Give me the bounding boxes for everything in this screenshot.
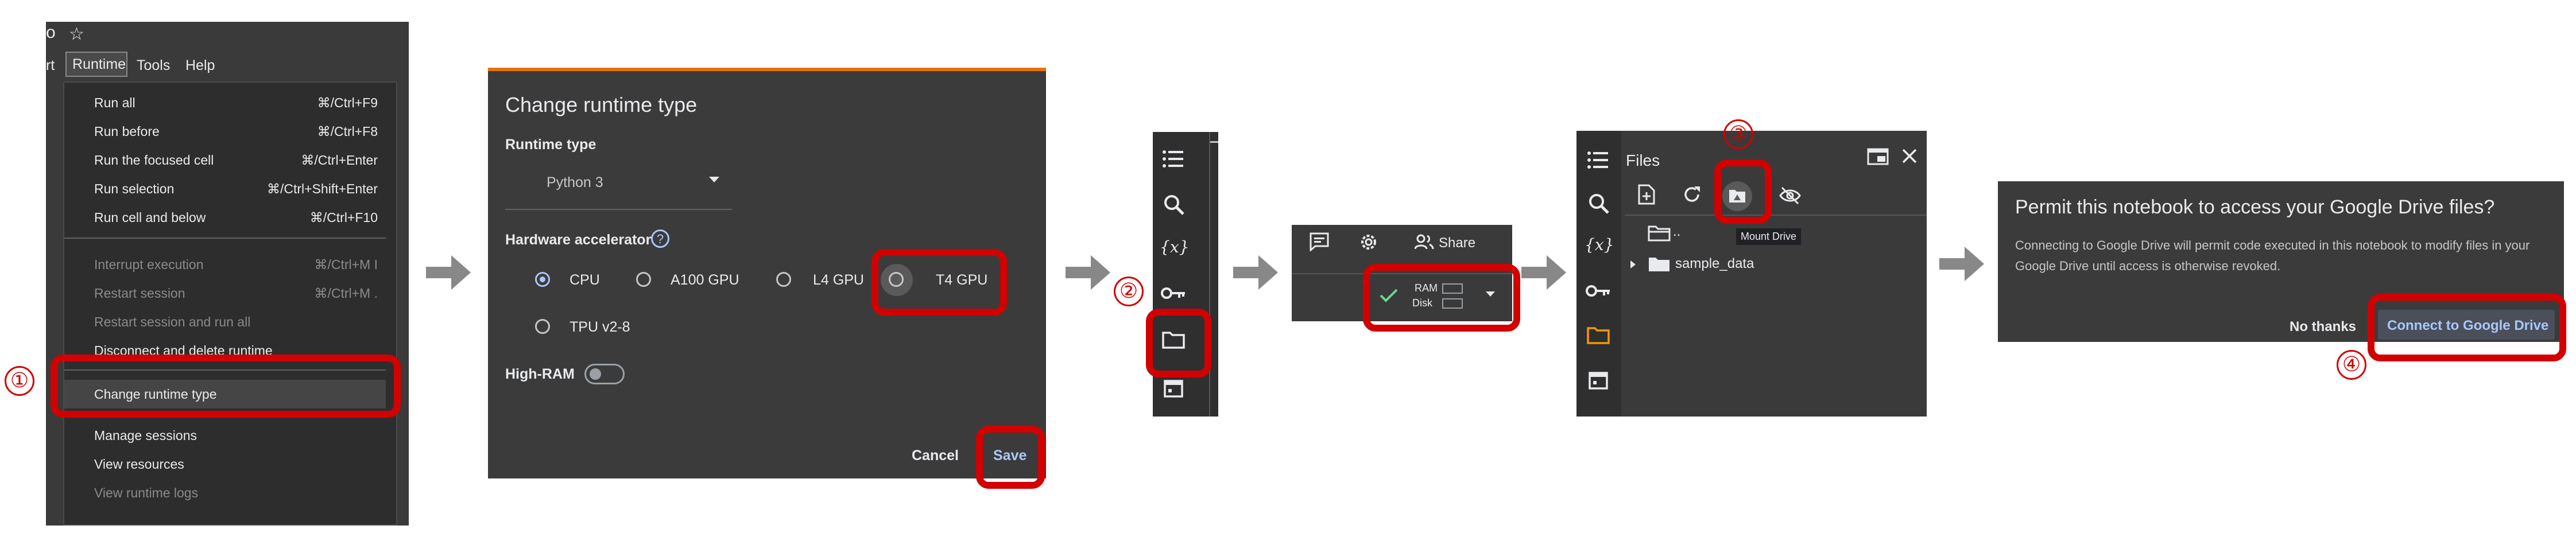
plus-fragment — [1210, 141, 1218, 143]
flow-arrow-icon — [1066, 255, 1110, 290]
menu-help[interactable]: Help — [185, 57, 215, 74]
high-ram-toggle[interactable] — [584, 364, 625, 384]
calendar-icon[interactable] — [1163, 377, 1184, 398]
table-of-contents-icon[interactable] — [1162, 149, 1185, 169]
menu-insert-fragment[interactable]: rt — [46, 57, 55, 74]
runtime-dropdown: Run all ⌘/Ctrl+F9 Run before ⌘/Ctrl+F8 Run… — [63, 81, 397, 526]
step-1-marker: ① — [5, 366, 34, 396]
menu-item-restart-session: Restart session ⌘/Ctrl+M . — [94, 286, 378, 301]
caret-down-icon — [709, 177, 719, 182]
menu-item-run-cell-and-below[interactable]: Run cell and below ⌘/Ctrl+F10 — [64, 203, 386, 232]
step-4-marker: ④ — [2337, 350, 2366, 380]
star-icon[interactable]: ☆ — [69, 24, 84, 44]
flow-arrow-icon — [1939, 247, 1984, 281]
logo-fragment: o — [46, 23, 56, 42]
folder-icon[interactable] — [1587, 326, 1610, 344]
share-button[interactable]: Share — [1439, 235, 1475, 251]
highlight-t4-gpu — [871, 249, 1007, 316]
search-icon[interactable] — [1163, 194, 1185, 216]
files-toolbar-divider — [1625, 215, 1927, 216]
folder-open-icon[interactable] — [1648, 225, 1671, 242]
radio-tpu[interactable] — [535, 319, 550, 334]
permission-title: Permit this notebook to access your Goog… — [2015, 196, 2495, 218]
highlight-mount-drive — [1714, 159, 1772, 224]
refresh-icon[interactable] — [1682, 185, 1702, 204]
menu-tools[interactable]: Tools — [137, 57, 170, 74]
folder-icon — [1649, 258, 1669, 271]
flow-arrow-icon — [1233, 255, 1278, 290]
highlight-change-runtime-type — [51, 355, 401, 418]
flow-arrow-icon — [1521, 255, 1566, 290]
files-title: Files — [1626, 151, 1660, 169]
close-icon[interactable] — [1901, 148, 1918, 164]
help-icon[interactable]: ? — [651, 229, 669, 248]
hardware-accelerator-label: Hardware accelerator — [505, 232, 652, 248]
menu-item-run-selection[interactable]: Run selection ⌘/Ctrl+Shift+Enter — [64, 174, 386, 203]
share-people-icon[interactable] — [1415, 234, 1434, 250]
flow-arrow-icon — [426, 255, 471, 290]
highlight-connect-drive — [2368, 294, 2566, 361]
radio-cpu[interactable] — [535, 272, 550, 287]
highlight-files-folder — [1146, 309, 1211, 377]
runtime-type-label: Runtime type — [505, 137, 596, 153]
key-icon[interactable] — [1161, 286, 1186, 301]
menu-item-run-all[interactable]: Run all ⌘/Ctrl+F9 — [64, 88, 386, 117]
runtime-type-select[interactable]: Python 3 — [505, 164, 732, 210]
menu-item-view-resources[interactable]: View resources — [64, 450, 386, 478]
calendar-icon[interactable] — [1588, 369, 1609, 390]
open-in-window-icon[interactable] — [1867, 148, 1889, 165]
dialog-title: Change runtime type — [505, 93, 698, 116]
radio-a100-label: A100 GPU — [671, 272, 739, 288]
highlight-ram-disk — [1363, 264, 1520, 332]
radio-l4[interactable] — [776, 272, 791, 287]
comment-icon[interactable] — [1309, 232, 1330, 251]
step-2-marker: ② — [1114, 277, 1144, 306]
mount-drive-tooltip: Mount Drive — [1736, 228, 1802, 245]
search-icon[interactable] — [1588, 193, 1610, 215]
parent-dir-item[interactable]: .. — [1673, 224, 1680, 240]
menu-divider — [64, 238, 386, 239]
runtime-type-value: Python 3 — [547, 174, 603, 190]
permission-body: Connecting to Google Drive will permit c… — [2015, 238, 2530, 273]
radio-a100[interactable] — [636, 272, 651, 287]
sample-data-folder[interactable]: sample_data — [1675, 256, 1754, 272]
hide-eye-icon[interactable] — [1779, 186, 1802, 205]
highlight-save — [976, 426, 1045, 489]
upload-file-icon[interactable] — [1637, 184, 1656, 205]
radio-l4-label: L4 GPU — [813, 272, 864, 288]
menu-item-run-before[interactable]: Run before ⌘/Ctrl+F8 — [64, 117, 386, 146]
table-of-contents-icon[interactable] — [1587, 150, 1610, 170]
radio-tpu-label: TPU v2-8 — [570, 319, 630, 335]
menu-item-interrupt-execution: Interrupt execution ⌘/Ctrl+M I — [94, 257, 378, 272]
high-ram-label: High-RAM — [505, 366, 575, 382]
key-icon[interactable] — [1586, 283, 1611, 298]
dialog-top-accent — [488, 68, 1046, 71]
menu-runtime-label: Runtime — [72, 56, 126, 72]
runtime-menu-screenshot: o ☆ rt Runtime Tools Help Run all ⌘/Ctrl+… — [46, 22, 409, 526]
menu-item-restart-and-run-all: Restart session and run all — [94, 314, 251, 329]
menu-item-manage-sessions[interactable]: Manage sessions — [64, 421, 386, 450]
variables-icon[interactable]: {x} — [1160, 238, 1189, 256]
variables-icon[interactable]: {x} — [1585, 235, 1614, 254]
expand-caret-icon[interactable] — [1630, 260, 1636, 268]
menu-item-view-runtime-logs: View runtime logs — [94, 485, 199, 500]
radio-cpu-label: CPU — [570, 272, 600, 288]
no-thanks-button[interactable]: No thanks — [2290, 319, 2356, 335]
cancel-button[interactable]: Cancel — [912, 447, 959, 464]
sidebar-divider — [1209, 132, 1210, 417]
toggle-knob — [590, 368, 601, 380]
menu-item-run-focused-cell[interactable]: Run the focused cell ⌘/Ctrl+Enter — [64, 146, 386, 174]
step-3-marker: ③ — [1723, 119, 1753, 149]
settings-gear-icon[interactable] — [1358, 232, 1379, 252]
